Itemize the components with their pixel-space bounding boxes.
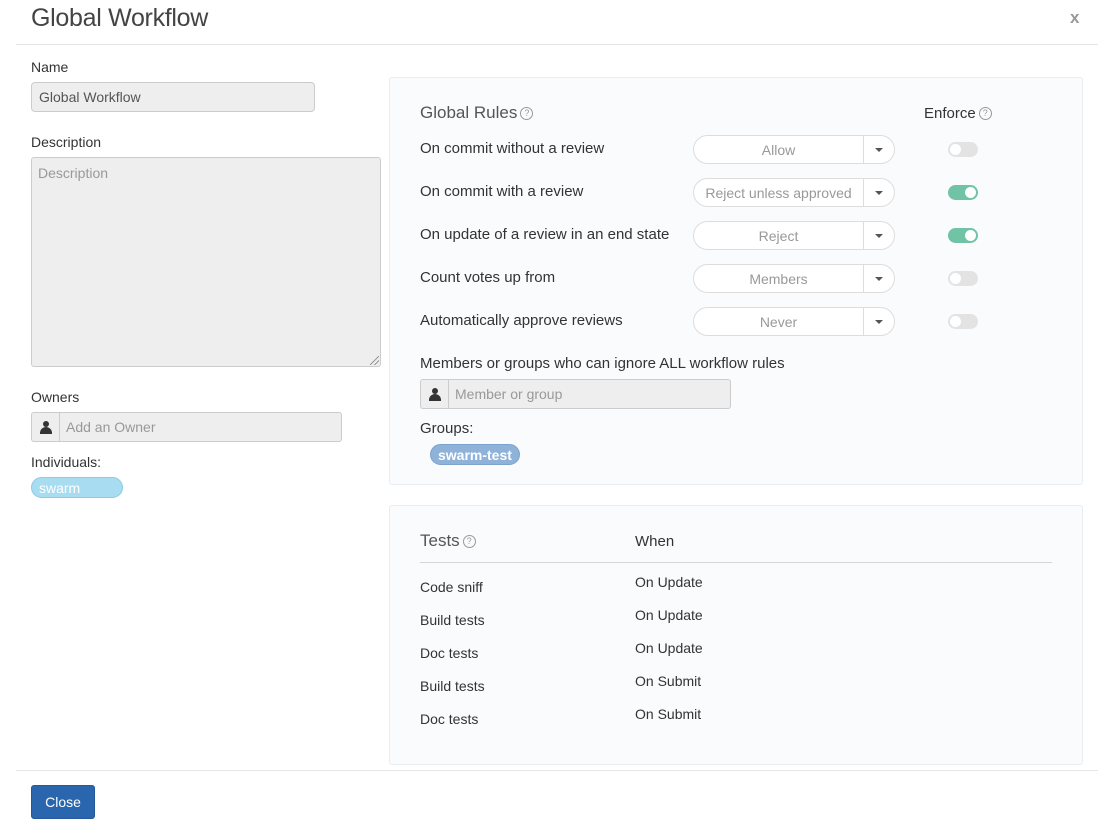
resize-handle[interactable] (370, 356, 379, 365)
member-group-input[interactable]: Member or group (448, 379, 731, 409)
rule-select-value: Never (694, 308, 864, 335)
close-button[interactable]: Close (31, 785, 95, 819)
enforce-toggle[interactable] (948, 142, 978, 157)
caret-down-icon[interactable] (864, 222, 894, 249)
test-name: Build tests (420, 612, 485, 628)
name-input[interactable]: Global Workflow (31, 82, 315, 112)
tests-panel (389, 505, 1083, 765)
global-rules-title: Global Rules ? (420, 103, 534, 123)
rule-select[interactable]: Reject unless approved (693, 178, 895, 207)
enforce-toggle[interactable] (948, 185, 978, 200)
caret-down-icon[interactable] (864, 179, 894, 206)
name-input-value: Global Workflow (39, 89, 141, 105)
rule-label: On update of a review in an end state (420, 226, 670, 243)
enforce-toggle[interactable] (948, 271, 978, 286)
question-circle-icon[interactable]: ? (978, 107, 992, 120)
caret-down-icon[interactable] (864, 265, 894, 292)
rule-select[interactable]: Reject (693, 221, 895, 250)
test-when: On Submit (635, 673, 702, 689)
test-when: On Update (635, 574, 703, 590)
person-icon (428, 387, 441, 401)
rule-label: On commit without a review (420, 140, 605, 157)
test-name: Build tests (420, 678, 485, 694)
owner-input[interactable]: Add an Owner (59, 412, 342, 442)
rule-select-value: Reject unless approved (694, 179, 864, 206)
member-addon (420, 379, 448, 409)
owner-input-placeholder: Add an Owner (66, 419, 156, 435)
owner-addon (31, 412, 59, 442)
question-circle-icon[interactable]: ? (520, 106, 534, 120)
ignore-input-group: Member or group (420, 379, 731, 409)
group-pill[interactable]: swarm-test (430, 444, 520, 465)
ignore-rules-label: Members or groups who can ignore ALL wor… (420, 355, 785, 372)
owners-input-group: Add an Owner (31, 412, 342, 442)
rule-select[interactable]: Allow (693, 135, 895, 164)
enforce-toggle[interactable] (948, 228, 978, 243)
description-textarea[interactable] (31, 157, 381, 367)
header-divider (16, 44, 1098, 45)
caret-down-icon[interactable] (864, 308, 894, 335)
name-label: Name (31, 59, 69, 75)
enforce-toggle[interactable] (948, 314, 978, 329)
test-name: Doc tests (420, 711, 479, 727)
footer-divider (16, 770, 1098, 771)
tests-title-text: Tests (420, 531, 460, 550)
tests-title: Tests ? (420, 531, 476, 551)
rule-select[interactable]: Members (693, 264, 895, 293)
owners-label: Owners (31, 389, 80, 405)
caret-down-icon[interactable] (864, 136, 894, 163)
global-rules-title-text: Global Rules (420, 103, 518, 122)
rule-label: Automatically approve reviews (420, 312, 623, 329)
enforce-title: Enforce ? (924, 105, 992, 122)
test-when: On Submit (635, 706, 702, 722)
description-label: Description (31, 134, 102, 150)
tests-divider (420, 562, 1052, 563)
modal-title: Global Workflow (31, 4, 209, 32)
test-when: On Update (635, 607, 703, 623)
person-icon (39, 420, 52, 434)
rule-select[interactable]: Never (693, 307, 895, 336)
test-name: Doc tests (420, 645, 479, 661)
rule-select-value: Members (694, 265, 864, 292)
test-name: Code sniff (420, 579, 483, 595)
rule-select-value: Reject (694, 222, 864, 249)
member-group-placeholder: Member or group (455, 386, 563, 402)
enforce-title-text: Enforce (924, 105, 976, 122)
rule-label: On commit with a review (420, 183, 584, 200)
individuals-label: Individuals: (31, 454, 102, 470)
rule-select-value: Allow (694, 136, 864, 163)
rule-label: Count votes up from (420, 269, 556, 286)
close-icon[interactable]: x (1070, 8, 1079, 28)
groups-label: Groups: (420, 420, 474, 437)
test-when: On Update (635, 640, 703, 656)
individual-pill[interactable]: swarm (31, 477, 123, 498)
question-circle-icon[interactable]: ? (462, 534, 476, 548)
when-header: When (635, 533, 675, 550)
